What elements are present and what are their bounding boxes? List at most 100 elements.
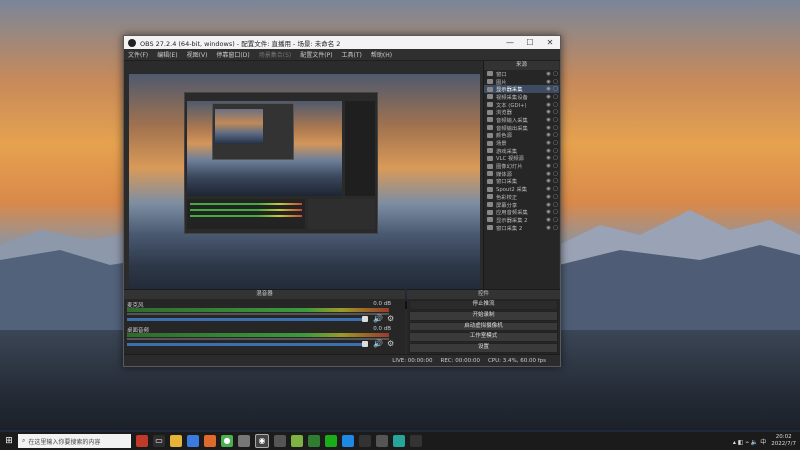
gear-icon[interactable]: ⚙	[387, 314, 394, 323]
menu-edit[interactable]: 编辑(E)	[157, 50, 177, 59]
menu-docks[interactable]: 停靠窗口(D)	[216, 50, 249, 59]
source-item[interactable]: Spout2 采集 ◉ ▢	[484, 185, 559, 193]
eye-icon[interactable]: ◉	[545, 109, 552, 115]
start-recording-button[interactable]: 开始录制	[409, 310, 558, 321]
source-item[interactable]: 色彩校正 ◉ ▢	[484, 193, 559, 201]
fader-handle[interactable]	[362, 316, 368, 322]
lock-icon[interactable]: ▢	[552, 171, 559, 177]
eye-icon[interactable]: ◉	[545, 102, 552, 108]
volume-fader[interactable]	[127, 343, 364, 346]
app-icon-9[interactable]	[376, 435, 388, 447]
search-box[interactable]: ⌕ 在这里输入你要搜索的内容	[18, 434, 131, 448]
menu-help[interactable]: 帮助(H)	[371, 50, 392, 59]
eye-icon[interactable]: ◉	[545, 202, 552, 208]
lock-icon[interactable]: ▢	[552, 148, 559, 154]
lock-icon[interactable]: ▢	[552, 132, 559, 138]
eye-icon[interactable]: ◉	[545, 225, 552, 231]
windows-start-icon[interactable]: ⊞	[0, 436, 18, 446]
source-item[interactable]: 游戏采集 ◉ ▢	[484, 147, 559, 155]
source-item[interactable]: 浏览器 ◉ ▢	[484, 108, 559, 116]
clock[interactable]: 20:02 2022/7/7	[771, 434, 796, 448]
virtual-camera-button[interactable]: 启动虚拟摄像机	[409, 321, 558, 332]
tray-icons[interactable]: ▴ ◧ ⌁ 🔈 中	[733, 437, 766, 446]
eye-icon[interactable]: ◉	[545, 140, 552, 146]
lock-icon[interactable]: ▢	[552, 225, 559, 231]
source-item[interactable]: 颜色源 ◉ ▢	[484, 132, 559, 139]
app-icon-10[interactable]	[393, 435, 405, 447]
source-item[interactable]: 文本 (GDI+) ◉ ▢	[484, 101, 559, 109]
lock-icon[interactable]: ▢	[552, 155, 559, 161]
eye-icon[interactable]: ◉	[545, 94, 552, 100]
steam-icon[interactable]	[359, 435, 371, 447]
source-item[interactable]: 窗口采集 ◉ ▢	[484, 178, 559, 185]
file-explorer-icon[interactable]	[170, 435, 182, 447]
eye-icon[interactable]: ◉	[545, 178, 552, 184]
source-item[interactable]: 显示器采集 2 ◉ ▢	[484, 216, 559, 224]
app-icon-7[interactable]	[308, 435, 320, 447]
lock-icon[interactable]: ▢	[552, 94, 559, 100]
volume-fader[interactable]	[127, 318, 364, 321]
lock-icon[interactable]: ▢	[552, 86, 559, 92]
speaker-icon[interactable]: 🔊	[373, 314, 383, 323]
app-icon-8[interactable]	[342, 435, 354, 447]
maximize-button[interactable]: ☐	[520, 38, 540, 47]
source-item[interactable]: VLC 视频源 ◉ ▢	[484, 155, 559, 162]
eye-icon[interactable]: ◉	[545, 132, 552, 138]
lock-icon[interactable]: ▢	[552, 71, 559, 77]
settings-button[interactable]: 设置	[409, 343, 558, 353]
menu-file[interactable]: 文件(F)	[128, 50, 148, 59]
lock-icon[interactable]: ▢	[552, 117, 559, 123]
lock-icon[interactable]: ▢	[552, 140, 559, 146]
source-item[interactable]: 视频采集设备 ◉ ▢	[484, 93, 559, 101]
lock-icon[interactable]: ▢	[552, 186, 559, 192]
studio-mode-button[interactable]: 工作室模式	[409, 332, 558, 343]
source-item[interactable]: 应用音频采集 ◉ ▢	[484, 208, 559, 216]
fader-handle[interactable]	[362, 341, 368, 347]
app-icon-5[interactable]	[274, 435, 286, 447]
eye-icon[interactable]: ◉	[545, 117, 552, 123]
stop-streaming-button[interactable]: 停止推流	[409, 300, 558, 310]
source-item[interactable]: 图像幻灯片 ◉ ▢	[484, 162, 559, 170]
eye-icon[interactable]: ◉	[545, 71, 552, 77]
eye-icon[interactable]: ◉	[545, 209, 552, 215]
lock-icon[interactable]: ▢	[552, 102, 559, 108]
source-item[interactable]: 图片 ◉ ▢	[484, 78, 559, 86]
eye-icon[interactable]: ◉	[545, 155, 552, 161]
minimize-button[interactable]: —	[500, 38, 520, 47]
title-bar[interactable]: OBS 27.2.4 (64-bit, windows) - 配置文件: 直播用…	[124, 36, 560, 49]
obs-taskbar-icon[interactable]: ◉	[255, 434, 269, 448]
eye-icon[interactable]: ◉	[545, 86, 552, 92]
lock-icon[interactable]: ▢	[552, 109, 559, 115]
eye-icon[interactable]: ◉	[545, 194, 552, 200]
close-button[interactable]: ✕	[540, 38, 560, 47]
eye-icon[interactable]: ◉	[545, 125, 552, 131]
source-item[interactable]: 音频输入采集 ◉ ▢	[484, 116, 559, 124]
lock-icon[interactable]: ▢	[552, 217, 559, 223]
lock-icon[interactable]: ▢	[552, 194, 559, 200]
source-item[interactable]: 音频输出采集 ◉ ▢	[484, 124, 559, 132]
source-item[interactable]: 屏幕分享 ◉ ▢	[484, 201, 559, 209]
gear-icon[interactable]: ⚙	[387, 339, 394, 348]
app-icon-4[interactable]	[238, 435, 250, 447]
lock-icon[interactable]: ▢	[552, 209, 559, 215]
eye-icon[interactable]: ◉	[545, 217, 552, 223]
eye-icon[interactable]: ◉	[545, 148, 552, 154]
eye-icon[interactable]: ◉	[545, 163, 552, 169]
lock-icon[interactable]: ▢	[552, 202, 559, 208]
eye-icon[interactable]: ◉	[545, 171, 552, 177]
app-icon-3[interactable]	[204, 435, 216, 447]
eye-icon[interactable]: ◉	[545, 186, 552, 192]
source-item[interactable]: 媒体源 ◉ ▢	[484, 170, 559, 178]
lock-icon[interactable]: ▢	[552, 79, 559, 85]
lock-icon[interactable]: ▢	[552, 178, 559, 184]
source-item[interactable]: 窗口采集 2 ◉ ▢	[484, 224, 559, 232]
source-item[interactable]: 窗口 ◉ ▢	[484, 70, 559, 78]
obs-window[interactable]: OBS 27.2.4 (64-bit, windows) - 配置文件: 直播用…	[123, 35, 561, 367]
wechat-icon[interactable]	[325, 435, 337, 447]
source-item[interactable]: 显示器采集 ◉ ▢	[484, 85, 559, 93]
lock-icon[interactable]: ▢	[552, 163, 559, 169]
menu-view[interactable]: 视图(V)	[187, 50, 208, 59]
task-view-icon[interactable]: ▭	[153, 435, 165, 447]
menu-profile[interactable]: 配置文件(P)	[300, 50, 332, 59]
app-icon-2[interactable]	[187, 435, 199, 447]
